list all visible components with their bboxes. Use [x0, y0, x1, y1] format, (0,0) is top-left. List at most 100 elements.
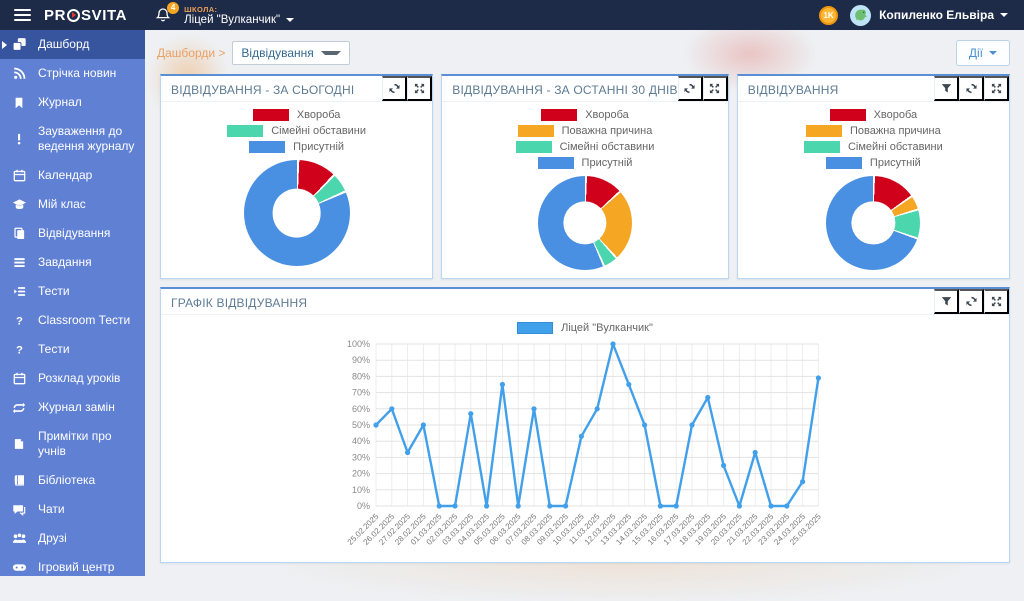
chart-legend: Хвороба Поважна причина Сімейні обставини П…: [516, 109, 655, 169]
expand-button[interactable]: [407, 76, 432, 101]
sidebar-item-chats[interactable]: Чати: [0, 495, 145, 524]
sidebar-item-dashboard[interactable]: Дашборд: [0, 30, 145, 59]
notifications-button[interactable]: 4: [155, 7, 172, 24]
legend-swatch: [538, 157, 574, 169]
legend-label: Хвороба: [585, 109, 629, 121]
breadcrumb[interactable]: Дашборди >: [157, 46, 225, 60]
legend-swatch: [806, 125, 842, 137]
chevron-down-icon: [286, 18, 294, 22]
sidebar: Дашборд Стрічка новин ЖурналЗауваження до …: [0, 30, 145, 576]
calendar-icon: [0, 372, 38, 385]
svg-text:50%: 50%: [352, 420, 370, 430]
actions-button[interactable]: Дії: [956, 40, 1010, 66]
legend-label: Сімейні обставини: [560, 141, 655, 153]
legend-label: Сімейні обставини: [271, 125, 366, 137]
expand-button[interactable]: [703, 76, 728, 101]
menu-toggle-button[interactable]: [0, 0, 44, 30]
legend-label: Поважна причина: [562, 125, 653, 137]
card-attendance-graph: ГРАФІК ВІДВІДУВАННЯЛіцей "Вулканчик"0%10…: [160, 287, 1010, 563]
legend-item[interactable]: Сімейні обставини: [227, 125, 366, 137]
svg-text:20%: 20%: [352, 469, 370, 479]
logo-play-icon: [67, 9, 80, 22]
user-menu[interactable]: Копиленко Ельвіра: [879, 8, 1008, 22]
avatar[interactable]: [850, 5, 871, 26]
sidebar-item-tasks[interactable]: Завдання: [0, 248, 145, 277]
sidebar-item-label: Бібліотека: [38, 473, 95, 488]
sidebar-item-label: Чати: [38, 502, 65, 517]
sidebar-item-my-class[interactable]: Мій клас: [0, 190, 145, 219]
refresh-button[interactable]: [959, 76, 984, 101]
refresh-button[interactable]: [959, 289, 984, 314]
card-attendance-30-days: ВІДВІДУВАННЯ - ЗА ОСТАННІ 30 ДНІВХвороба…: [441, 74, 729, 279]
legend-swatch: [830, 109, 866, 121]
sidebar-item-friends[interactable]: Друзі: [0, 524, 145, 553]
line-chart-area: 0%10%20%30%40%50%60%70%80%90%100%25.02.2…: [161, 334, 1009, 562]
sidebar-item-substitution-journal[interactable]: Журнал замін: [0, 393, 145, 422]
list-icon: [0, 256, 38, 269]
card-actions: [678, 76, 728, 101]
sidebar-item-game-center[interactable]: Ігровий центр: [0, 553, 145, 576]
legend-item[interactable]: Поважна причина: [806, 125, 941, 137]
sidebar-item-label: Відвідування: [38, 226, 110, 241]
sidebar-item-label: Завдання: [38, 255, 92, 270]
sidebar-item-journal-remarks[interactable]: Зауваження до ведення журналу: [0, 117, 145, 161]
sidebar-item-lesson-schedule[interactable]: Розклад уроків: [0, 364, 145, 393]
legend-item[interactable]: Присутній: [249, 141, 344, 153]
refresh-button[interactable]: [678, 76, 703, 101]
sidebar-item-student-notes[interactable]: Примітки про учнів: [0, 422, 145, 466]
legend-item[interactable]: Хвороба: [253, 109, 341, 121]
sidebar-item-label: Дашборд: [38, 37, 89, 52]
donut-cards-row: ВІДВІДУВАННЯ - ЗА СЬОГОДНІХворобаСімейні…: [160, 74, 1010, 279]
sidebar-item-journal[interactable]: Журнал: [0, 88, 145, 117]
expand-button[interactable]: [984, 76, 1009, 101]
card-actions: [934, 289, 1009, 314]
school-selector[interactable]: ШКОЛА: Ліцей "Вулканчик": [184, 5, 294, 26]
svg-text:10%: 10%: [352, 485, 370, 495]
question-icon: ?: [0, 314, 38, 327]
filter-button[interactable]: [934, 289, 959, 314]
legend-swatch: [249, 141, 285, 153]
prosvita-logo[interactable]: PR SVITA: [44, 7, 127, 24]
attendance-donut: [538, 176, 632, 270]
legend-item[interactable]: Хвороба: [541, 109, 629, 121]
sidebar-item-tests[interactable]: Тести: [0, 277, 145, 306]
legend-item[interactable]: Сімейні обставини: [516, 141, 655, 153]
legend-item[interactable]: Ліцей "Вулканчик": [517, 322, 653, 334]
legend-swatch: [517, 322, 553, 334]
sidebar-item-label: Стрічка новин: [38, 66, 116, 81]
donut-chart-body: Хвороба Сімейні обставини Присутній: [161, 102, 432, 278]
graduation-cap-icon: [0, 197, 38, 212]
refresh-button[interactable]: [382, 76, 407, 101]
dashboard-select-value: Відвідування: [241, 46, 313, 60]
pages-icon: [0, 227, 38, 240]
legend-swatch: [804, 141, 840, 153]
donut-hole: [852, 201, 895, 244]
school-label: ШКОЛА:: [184, 5, 294, 14]
book-icon: [0, 474, 38, 487]
gamepad-icon: [0, 560, 38, 575]
sidebar-item-library[interactable]: Бібліотека: [0, 466, 145, 495]
coins-badge[interactable]: 1K: [819, 6, 838, 25]
dashboard-select[interactable]: Відвідування: [232, 41, 350, 65]
sidebar-item-classroom-tests[interactable]: ?Classroom Тести: [0, 306, 145, 335]
legend-swatch: [227, 125, 263, 137]
legend-item[interactable]: Поважна причина: [518, 125, 653, 137]
svg-text:40%: 40%: [352, 436, 370, 446]
sidebar-item-label: Тести: [38, 284, 70, 299]
legend-item[interactable]: Хвороба: [830, 109, 918, 121]
legend-swatch: [518, 125, 554, 137]
sidebar-item-calendar[interactable]: Календар: [0, 161, 145, 190]
filter-button[interactable]: [934, 76, 959, 101]
sidebar-item-attendance[interactable]: Відвідування: [0, 219, 145, 248]
sidebar-item-news-feed[interactable]: Стрічка новин: [0, 59, 145, 88]
legend-item[interactable]: Присутній: [826, 157, 921, 169]
calendar-icon: [0, 169, 38, 182]
svg-text:?: ?: [16, 345, 23, 356]
legend-item[interactable]: Сімейні обставини: [804, 141, 943, 153]
legend-label: Присутній: [582, 157, 633, 169]
sidebar-item-tests-2[interactable]: ?Тести: [0, 335, 145, 364]
legend-swatch: [253, 109, 289, 121]
legend-item[interactable]: Присутній: [538, 157, 633, 169]
svg-text:70%: 70%: [352, 388, 370, 398]
expand-button[interactable]: [984, 289, 1009, 314]
